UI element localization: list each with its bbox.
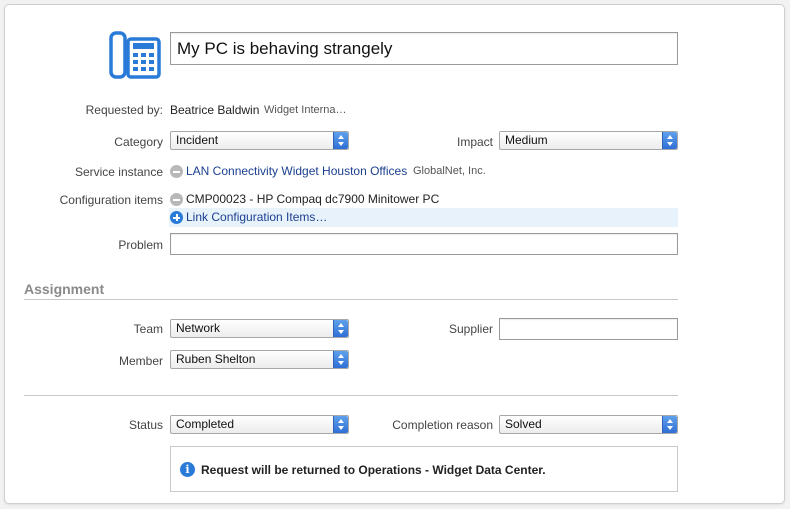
impact-select[interactable]: Medium — [499, 131, 678, 150]
link-configuration-items-row[interactable]: Link Configuration Items… — [169, 208, 678, 227]
problem-label: Problem — [118, 238, 163, 252]
info-message-box: i Request will be returned to Operations… — [170, 446, 678, 492]
remove-service-instance-icon[interactable] — [170, 165, 183, 178]
member-label: Member — [118, 354, 163, 368]
service-instance-link[interactable]: LAN Connectivity Widget Houston Offices — [186, 164, 407, 178]
team-label: Team — [133, 322, 163, 336]
subject-input[interactable]: My PC is behaving strangely — [170, 32, 678, 65]
supplier-label: Supplier — [448, 322, 493, 336]
info-message-text: Request will be returned to Operations -… — [201, 463, 546, 477]
phone-icon — [109, 31, 161, 79]
configuration-item: CMP00023 - HP Compaq dc7900 Minitower PC — [186, 192, 440, 206]
category-select[interactable]: Incident — [170, 131, 349, 150]
assignment-section-title: Assignment — [24, 281, 105, 297]
requested-by-label: Requested by: — [85, 103, 163, 117]
impact-label: Impact — [456, 135, 493, 149]
select-arrows-icon — [333, 320, 348, 337]
select-arrows-icon — [333, 351, 348, 368]
status-value: Completed — [176, 417, 235, 431]
request-form-card: My PC is behaving strangely Requested by… — [4, 4, 785, 504]
status-label: Status — [128, 418, 163, 432]
requester-organization: Widget Interna… — [264, 104, 347, 116]
configuration-items-label: Configuration items — [59, 193, 163, 207]
completion-reason-select[interactable]: Solved — [499, 415, 678, 434]
service-instance-organization: GlobalNet, Inc. — [413, 165, 486, 177]
completion-reason-value: Solved — [505, 417, 542, 431]
impact-value: Medium — [505, 133, 548, 147]
select-arrows-icon — [333, 416, 348, 433]
category-label: Category — [114, 135, 163, 149]
select-arrows-icon — [333, 132, 348, 149]
completion-reason-label: Completion reason — [392, 418, 493, 432]
service-instance-label: Service instance — [74, 165, 163, 179]
remove-configuration-item-icon[interactable] — [170, 193, 183, 206]
assignment-divider — [24, 299, 678, 300]
link-configuration-items-link[interactable]: Link Configuration Items… — [186, 210, 327, 224]
problem-input[interactable] — [170, 233, 678, 255]
team-value: Network — [176, 321, 221, 335]
status-select[interactable]: Completed — [170, 415, 349, 434]
select-arrows-icon — [662, 132, 677, 149]
select-arrows-icon — [662, 416, 677, 433]
status-divider — [24, 395, 678, 396]
plus-icon — [170, 211, 183, 224]
category-value: Incident — [176, 133, 219, 147]
member-value: Ruben Shelton — [176, 352, 256, 366]
requester-name: Beatrice Baldwin — [170, 103, 260, 117]
info-icon: i — [180, 462, 195, 477]
supplier-input[interactable] — [499, 318, 678, 340]
member-select[interactable]: Ruben Shelton — [170, 350, 349, 369]
team-select[interactable]: Network — [170, 319, 349, 338]
